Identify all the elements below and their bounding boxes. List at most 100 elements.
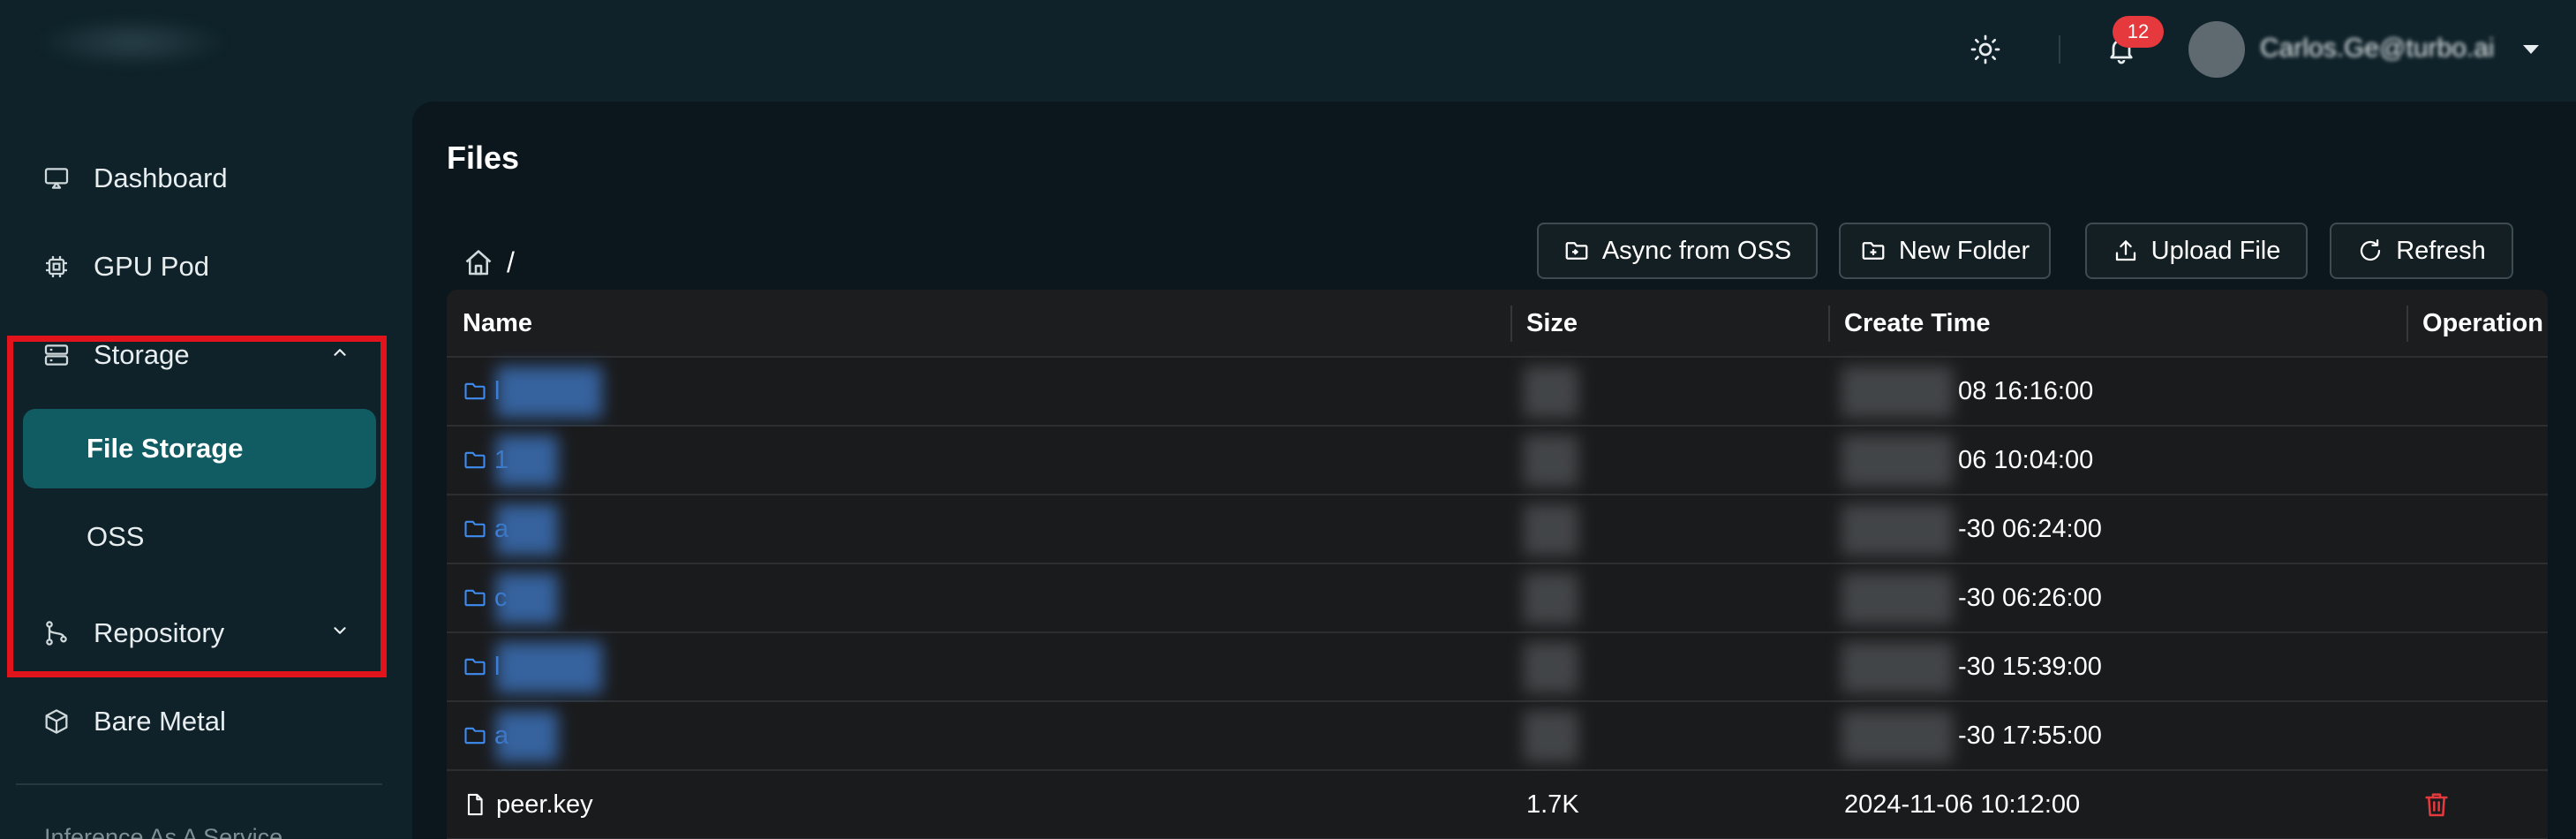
create-time-cell: -30 15:39:00 [1958,652,2102,681]
table-row[interactable]: peer.key 1.7K 2024-11-06 10:12:00 [447,771,2548,839]
redacted-size [1524,367,1578,418]
chip-icon [41,251,72,283]
new-folder-label: New Folder [1898,236,2030,265]
cube-icon [41,706,72,737]
sidebar-item-bare-metal[interactable]: Bare Metal [23,683,385,760]
redacted-name [496,367,602,418]
refresh-button[interactable]: Refresh [2330,223,2513,279]
avatar[interactable] [2188,21,2245,78]
sidebar-item-storage[interactable]: Storage [23,316,385,394]
home-icon[interactable] [463,247,494,279]
table-row[interactable]: a -30 17:55:00 [447,702,2548,771]
user-email[interactable]: Carlos.Ge@turbo.ai [2260,34,2495,64]
column-divider [1510,306,1512,342]
redacted-name [496,711,558,762]
upload-icon [2115,240,2135,261]
redacted-name [496,642,602,693]
delete-button[interactable] [2422,790,2451,819]
folder-icon [464,520,486,538]
top-bar: 12 Carlos.Ge@turbo.ai [0,0,2576,102]
folder-icon [464,382,486,400]
operation-cell [2422,771,2451,838]
name-cell: l [463,633,500,700]
create-time-cell: -30 17:55:00 [1958,721,2102,750]
create-time-cell: 2024-11-06 10:12:00 [1844,790,2081,819]
refresh-icon [2361,239,2381,261]
table-header: Name Size Create Time Operation [447,290,2548,358]
sidebar-section-label: Inference As A Service [44,824,283,839]
table-row[interactable]: l -30 15:39:00 [447,633,2548,702]
file-icon [467,793,483,816]
breadcrumb-root[interactable]: / [507,246,515,279]
trash-icon [2425,793,2448,817]
git-branch-icon [41,617,72,649]
page-title: Files [447,140,520,176]
redacted-date [1842,573,1953,624]
upload-file-label: Upload File [2150,236,2281,265]
folder-plus-icon [1862,242,1885,260]
async-from-oss-button[interactable]: Async from OSS [1537,223,1818,279]
folder-icon [464,589,486,607]
main-panel: Files / Async from OSS New Folder Upload… [412,102,2576,839]
notification-count-badge: 12 [2113,16,2164,48]
table-row[interactable]: l 08 16:16:00 [447,358,2548,427]
new-folder-button[interactable]: New Folder [1839,223,2051,279]
breadcrumb: / [463,246,515,279]
create-time-cell: 06 10:04:00 [1958,445,2094,474]
column-header-size[interactable]: Size [1526,290,1578,358]
chevron-up-icon [334,349,346,356]
chevron-down-icon [334,627,346,634]
table-row[interactable]: a -30 06:24:00 [447,495,2548,564]
redacted-size [1524,573,1578,624]
sidebar-item-oss[interactable]: OSS [23,497,376,577]
file-name[interactable]: peer.key [496,790,593,820]
column-header-operation: Operation [2422,309,2543,337]
sidebar-item-label: Repository [94,617,225,648]
redacted-size [1524,642,1578,693]
header-divider [2059,35,2060,64]
redacted-date [1842,367,1953,418]
sidebar-item-dashboard[interactable]: Dashboard [23,140,385,217]
table-row[interactable]: 1 06 10:04:00 [447,427,2548,495]
async-from-oss-label: Async from OSS [1601,236,1792,265]
create-time-cell: 08 16:16:00 [1958,376,2094,405]
size-cell: 1.7K [1526,790,1579,819]
files-table: Name Size Create Time Operation l 08 16:… [447,290,2548,839]
sidebar: Dashboard GPU Pod Storage File Storage O… [0,102,411,839]
redacted-date [1842,642,1953,693]
sidebar-divider [16,783,382,785]
sidebar-item-label: Bare Metal [94,706,226,737]
redacted-date [1842,435,1953,487]
folder-icon [464,658,486,676]
redacted-name [496,435,558,487]
refresh-label: Refresh [2396,236,2486,265]
create-time-cell: -30 06:24:00 [1958,514,2102,543]
folder-icon [464,727,486,745]
column-divider [2407,306,2408,342]
name-cell: l [463,358,500,425]
monitor-icon [41,163,72,194]
column-header-create-time[interactable]: Create Time [1844,290,1991,358]
sidebar-item-file-storage[interactable]: File Storage [23,409,376,488]
redacted-name [496,504,558,556]
sun-icon [1970,34,2000,64]
theme-toggle-button[interactable] [1970,34,2001,65]
logo[interactable] [35,16,230,69]
table-row[interactable]: c -30 06:26:00 [447,564,2548,633]
column-divider [1828,306,1830,342]
sidebar-item-label: Dashboard [94,163,228,193]
redacted-name [496,573,558,624]
redacted-size [1524,711,1578,762]
user-menu-caret-icon[interactable] [2521,42,2541,57]
sidebar-item-repository[interactable]: Repository [23,594,385,672]
storage-icon [41,339,72,371]
name-cell: peer.key [463,771,593,838]
upload-file-button[interactable]: Upload File [2085,223,2308,279]
sidebar-item-label: Storage [94,339,190,370]
create-time-cell: -30 06:26:00 [1958,583,2102,612]
redacted-size [1524,504,1578,556]
folder-icon [464,451,486,469]
sidebar-item-gpu-pod[interactable]: GPU Pod [23,228,385,306]
sidebar-item-label: GPU Pod [94,251,209,282]
column-header-name[interactable]: Name [463,290,532,358]
